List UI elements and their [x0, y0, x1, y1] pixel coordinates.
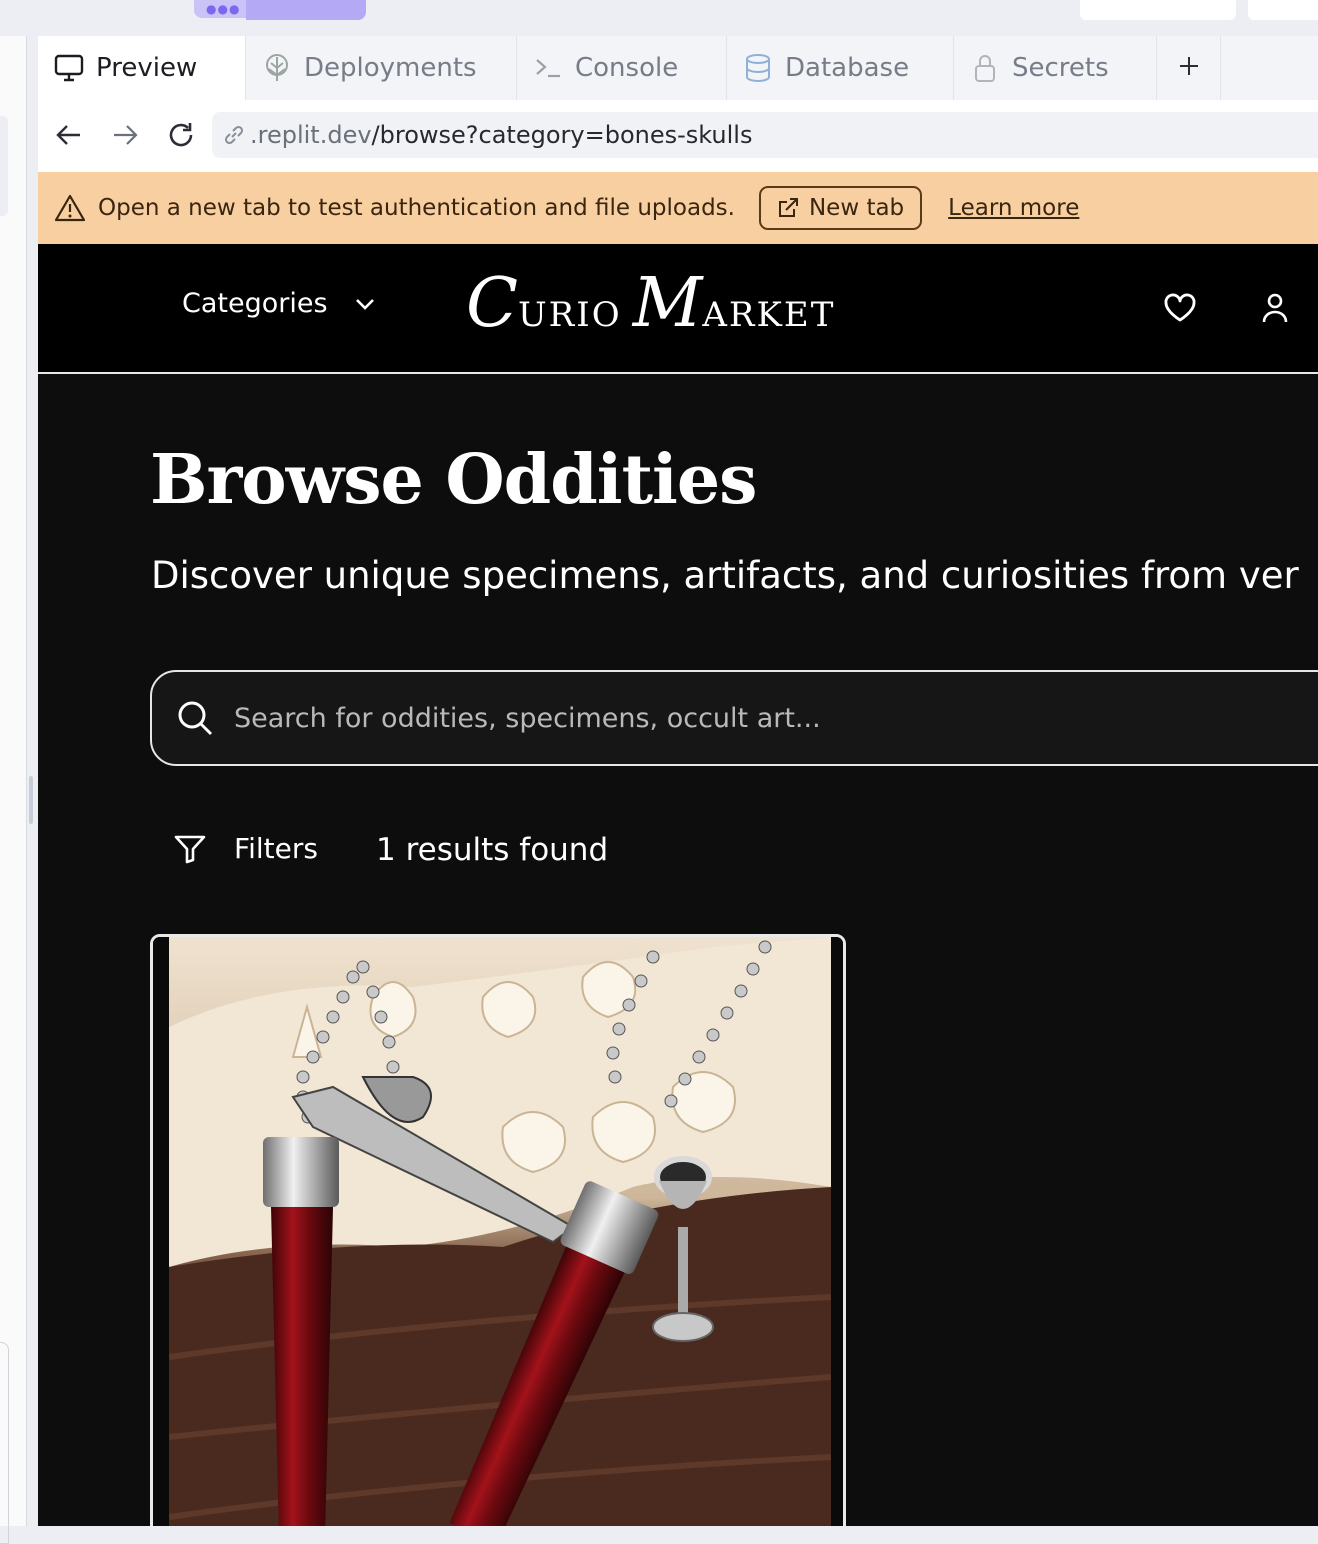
external-link-icon [777, 197, 799, 219]
window-top-strip: ●●● [0, 0, 1318, 36]
filters-button[interactable]: Filters [174, 832, 318, 865]
tab-secrets[interactable]: Secrets [954, 36, 1157, 100]
plus-icon [1179, 53, 1199, 83]
categories-label: Categories [182, 288, 328, 319]
reload-icon [169, 123, 193, 147]
account-button[interactable] [1255, 288, 1295, 328]
new-tab-button[interactable]: New tab [758, 186, 923, 230]
toolbar-box-2[interactable] [1248, 0, 1318, 20]
user-icon [1262, 293, 1288, 323]
address-bar: .replit.dev/browse?category=bones-skulls [38, 100, 1318, 172]
app-preview: Categories CURIO MARKET Browse Oddities … [38, 244, 1318, 1526]
tab-label: Console [575, 53, 679, 83]
logo-c: C [466, 264, 519, 343]
tab-console[interactable]: Console [517, 36, 727, 100]
url-path: /browse?category=bones-skulls [371, 121, 753, 149]
back-button[interactable] [50, 116, 88, 154]
resize-handle[interactable] [29, 776, 33, 824]
logo-m: M [632, 264, 703, 343]
toolbar-box[interactable] [1080, 0, 1236, 20]
search-box [150, 670, 1318, 766]
panel-notch [0, 116, 8, 216]
tab-label: Preview [96, 53, 198, 83]
chevron-down-icon [354, 297, 376, 311]
search-icon [176, 699, 214, 737]
new-tab-label: New tab [808, 195, 905, 221]
dots-icon: ●●● [206, 2, 241, 16]
page-title: Browse Oddities [150, 440, 757, 520]
tab-preview[interactable]: Preview [38, 36, 246, 100]
heart-icon [1164, 293, 1196, 322]
terminal-icon [533, 53, 563, 83]
results-count: 1 results found [376, 832, 609, 868]
tab-label: Database [785, 53, 910, 83]
blood-vial-necklaces-image [153, 937, 843, 1526]
tab-bar: Preview Deployments Console Database Sec… [38, 36, 1318, 101]
monitor-icon [54, 53, 84, 83]
url-domain: .replit.dev [250, 121, 372, 149]
logo-urio: URIO [518, 295, 622, 335]
run-button[interactable] [246, 0, 366, 20]
tab-label: Secrets [1012, 53, 1109, 83]
wishlist-button[interactable] [1160, 288, 1200, 328]
product-card[interactable] [150, 934, 846, 1526]
learn-more-link[interactable]: Learn more [948, 195, 1079, 221]
tab-label: Deployments [304, 53, 477, 83]
filter-icon [174, 834, 206, 864]
site-logo[interactable]: CURIO MARKET [466, 264, 835, 343]
reload-button[interactable] [162, 116, 200, 154]
warning-icon [54, 193, 86, 223]
arrow-right-icon [114, 125, 138, 145]
filters-label: Filters [234, 832, 318, 865]
panel-lower-edge [0, 1342, 9, 1544]
left-panel-edge [0, 36, 27, 1544]
forward-button[interactable] [106, 116, 144, 154]
link-icon [222, 123, 246, 147]
banner-message: Open a new tab to test authentication an… [98, 195, 735, 221]
url-field[interactable]: .replit.dev/browse?category=bones-skulls [212, 112, 1318, 158]
page-subtitle: Discover unique specimens, artifacts, an… [151, 554, 1299, 597]
database-icon [743, 53, 773, 83]
site-header: Categories CURIO MARKET [38, 244, 1318, 374]
deployments-icon [262, 53, 292, 83]
categories-menu[interactable]: Categories [182, 288, 376, 319]
arrow-left-icon [56, 125, 80, 145]
workspace-pill[interactable]: ●●● [194, 0, 246, 18]
tab-database[interactable]: Database [727, 36, 954, 100]
search-input[interactable] [232, 701, 1136, 735]
tab-deployments[interactable]: Deployments [246, 36, 517, 100]
lock-icon [970, 53, 1000, 83]
logo-arket: ARKET [702, 295, 836, 335]
warning-banner: Open a new tab to test authentication an… [38, 172, 1318, 244]
add-tab-button[interactable] [1157, 36, 1221, 100]
